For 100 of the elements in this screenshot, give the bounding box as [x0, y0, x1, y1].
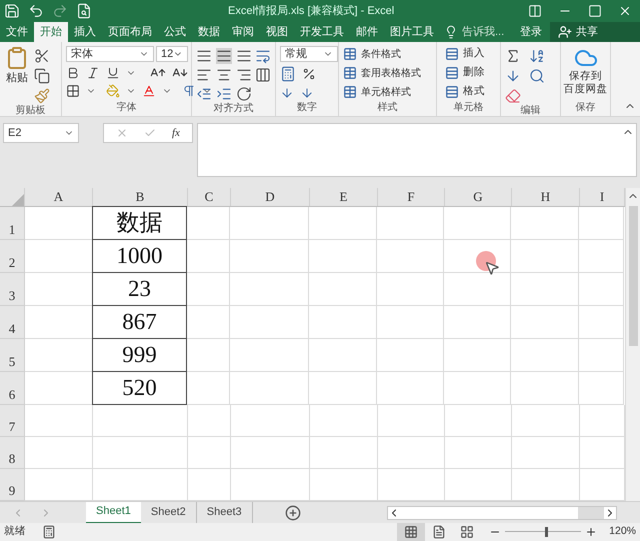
cells-menu-button[interactable]: 插入 — [445, 46, 485, 62]
indent-increase-icon[interactable] — [216, 86, 232, 102]
column-header[interactable]: G — [445, 188, 512, 206]
formula-input[interactable] — [196, 123, 637, 177]
row-header[interactable]: 9 — [0, 469, 25, 501]
search-icon[interactable] — [529, 68, 545, 84]
ribbon-tab[interactable]: 审阅 — [226, 22, 260, 42]
group-label: 对齐方式 — [212, 102, 254, 116]
ribbon-tab[interactable]: 页面布局 — [102, 22, 158, 42]
print-preview-icon[interactable] — [76, 3, 92, 19]
column-header[interactable]: C — [188, 188, 231, 206]
name-box[interactable]: E2 — [3, 123, 79, 143]
ribbon-display-icon[interactable] — [528, 4, 542, 18]
style-menu-button[interactable]: 套用表格格式 — [343, 65, 421, 81]
ribbon-tab[interactable]: 插入 — [68, 22, 102, 42]
view-button[interactable] — [397, 523, 426, 541]
column-header[interactable]: E — [310, 188, 378, 206]
tell-me-field[interactable]: 告诉我... — [462, 24, 504, 40]
fill-color-icon[interactable] — [106, 84, 120, 98]
ribbon-tab[interactable]: 视图 — [260, 22, 294, 42]
column-header[interactable]: D — [231, 188, 310, 206]
merge-icon[interactable] — [255, 67, 272, 83]
zoom-thumb[interactable] — [545, 527, 548, 537]
window-title: Excel情报局.xls [兼容模式] - Excel — [228, 4, 394, 19]
copy-icon[interactable] — [34, 68, 50, 84]
share-button[interactable]: 共享 — [550, 22, 640, 42]
save-to-cloud-button[interactable]: 保存到 百度网盘 — [565, 46, 606, 101]
paste-button[interactable]: 粘贴 — [4, 46, 30, 104]
middle-align-icon[interactable] — [216, 48, 232, 64]
maximize-icon[interactable] — [588, 4, 602, 18]
percent-icon[interactable] — [302, 67, 316, 81]
style-menu-button[interactable]: 单元格样式 — [343, 84, 421, 100]
row-header[interactable]: 6 — [0, 372, 25, 405]
column-header[interactable]: B — [93, 188, 188, 206]
number-format-field[interactable]: 常规 — [280, 46, 338, 62]
row-header[interactable]: 5 — [0, 339, 25, 372]
empty-cell — [579, 306, 624, 339]
increase-decimal-icon[interactable] — [280, 86, 294, 100]
ribbon-tab[interactable]: 数据 — [192, 22, 226, 42]
ribbon-tab[interactable]: 公式 — [158, 22, 192, 42]
row-header[interactable]: 1 — [0, 207, 25, 240]
align-left-icon[interactable] — [196, 67, 212, 83]
font-size-field[interactable]: 12 — [156, 46, 188, 62]
empty-cell — [309, 273, 377, 306]
view-icon — [404, 525, 418, 539]
ribbon-tab[interactable]: 开发工具 — [294, 22, 350, 42]
save-icon[interactable] — [4, 3, 20, 19]
row-header[interactable]: 7 — [0, 405, 25, 437]
italic-icon[interactable] — [86, 66, 100, 80]
horizontal-scrollbar[interactable] — [387, 506, 617, 520]
insert-function-button[interactable]: fx — [172, 124, 180, 142]
zoom-in-icon[interactable] — [585, 526, 598, 538]
clear-icon[interactable] — [505, 88, 521, 104]
underline-icon[interactable] — [106, 66, 120, 80]
column-header[interactable]: H — [512, 188, 580, 206]
vertical-scrollbar[interactable] — [625, 188, 640, 501]
indent-decrease-icon[interactable] — [196, 86, 212, 102]
decrease-decimal-icon[interactable] — [300, 86, 314, 100]
undo-icon[interactable] — [28, 3, 44, 19]
row-header[interactable]: 2 — [0, 240, 25, 273]
borders-icon[interactable] — [66, 84, 80, 98]
scrollbar-thumb[interactable] — [400, 506, 578, 518]
row-header[interactable]: 8 — [0, 437, 25, 469]
ribbon-tab[interactable]: 开始 — [34, 22, 68, 42]
sheet-tab[interactable]: Sheet1 — [86, 502, 141, 524]
align-right-icon[interactable] — [236, 67, 252, 83]
bold-icon[interactable] — [66, 66, 80, 80]
bottom-align-icon[interactable] — [236, 48, 252, 64]
empty-cell — [378, 405, 445, 437]
zoom-slider[interactable] — [505, 527, 582, 537]
top-align-icon[interactable] — [196, 48, 212, 64]
fill-icon[interactable] — [505, 68, 521, 84]
group-label: 样式 — [376, 101, 398, 115]
cells-menu-button[interactable]: 格式 — [445, 84, 485, 100]
empty-cell — [377, 273, 444, 306]
empty-cell — [511, 306, 579, 339]
login-link[interactable]: 登录 — [512, 22, 550, 42]
sort-filter-icon[interactable] — [529, 48, 545, 64]
ribbon-tab[interactable]: 图片工具 — [384, 22, 440, 42]
align-center-icon[interactable] — [216, 67, 232, 83]
cells-menu-button[interactable]: 删除 — [445, 65, 485, 81]
close-icon[interactable] — [618, 4, 632, 18]
cells-icon — [445, 47, 459, 61]
user-icon — [558, 25, 572, 39]
zoom-level[interactable]: 120% — [609, 524, 636, 540]
font-name-field[interactable]: 宋体 — [66, 46, 154, 62]
ribbon-tab[interactable]: 邮件 — [350, 22, 384, 42]
font-color-icon[interactable] — [142, 84, 156, 98]
row-header[interactable]: 4 — [0, 306, 25, 339]
column-header[interactable]: A — [25, 188, 93, 206]
new-sheet-icon[interactable] — [284, 504, 301, 520]
row-header[interactable]: 3 — [0, 273, 25, 306]
ribbon-tab[interactable]: 文件 — [0, 22, 34, 42]
cut-icon[interactable] — [34, 48, 50, 64]
orientation-icon[interactable] — [236, 86, 252, 102]
empty-cell — [310, 405, 378, 437]
wrap-text-icon[interactable] — [255, 48, 272, 64]
lightbulb-icon[interactable] — [444, 25, 458, 39]
column-header[interactable]: F — [378, 188, 445, 206]
style-menu-button[interactable]: 条件格式 — [343, 46, 421, 62]
